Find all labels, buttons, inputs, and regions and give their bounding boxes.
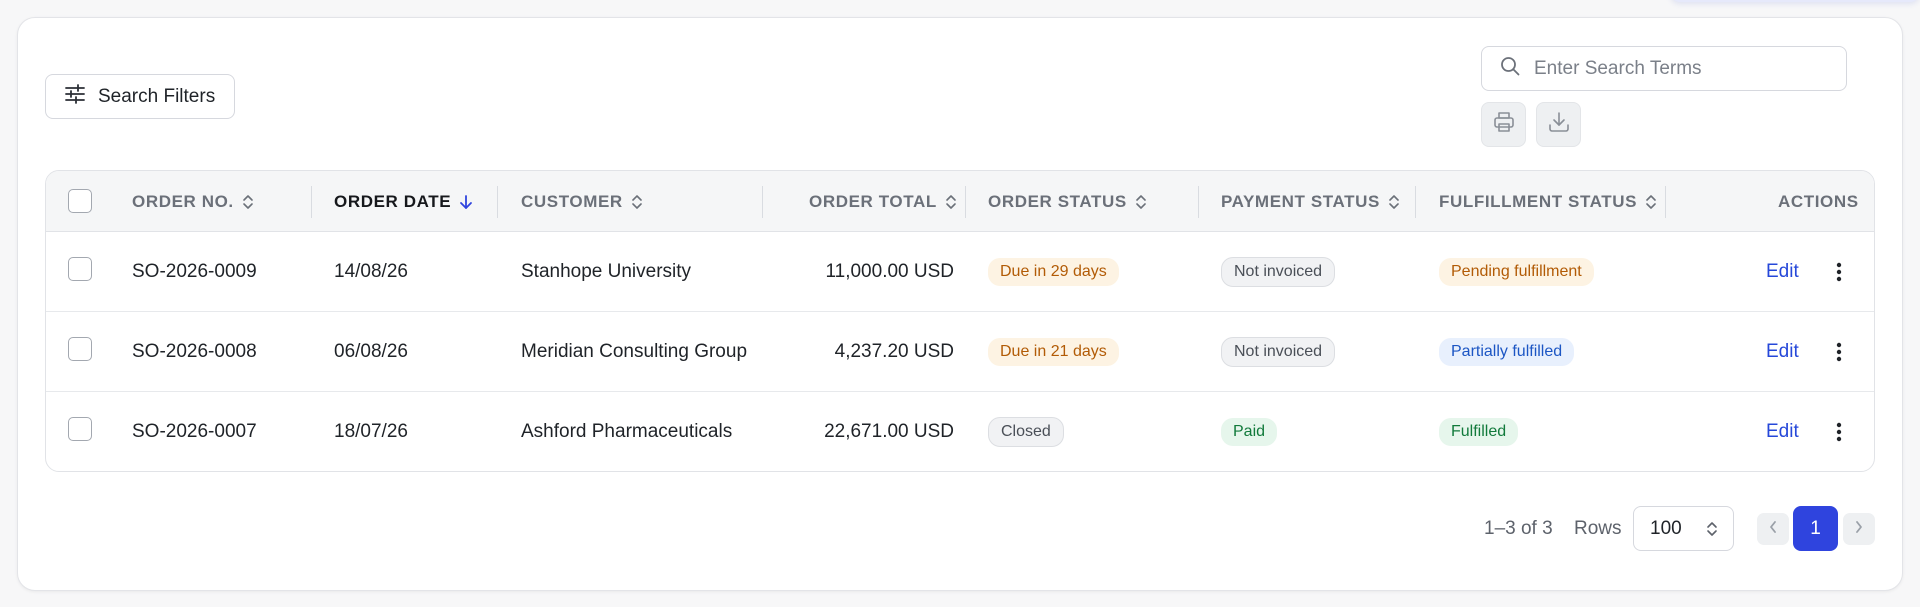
order-total-cell: 22,671.00 USD — [824, 421, 954, 442]
more-options-icon[interactable] — [1827, 252, 1851, 292]
customer-cell: Meridian Consulting Group — [521, 341, 748, 362]
fulfillment-status-badge: Partially fulfilled — [1439, 338, 1575, 366]
order-status-badge: Due in 21 days — [988, 338, 1119, 366]
fulfillment-status-badge: Pending fulfillment — [1439, 258, 1594, 286]
sort-icon — [1135, 194, 1147, 210]
row-actions-cell — [1827, 392, 1851, 471]
download-button[interactable] — [1536, 102, 1581, 147]
column-header-order-date[interactable]: ORDER DATE — [334, 171, 473, 232]
column-divider[interactable] — [1198, 186, 1199, 218]
order-total-cell: 4,237.20 USD — [834, 341, 954, 362]
search-filters-label: Search Filters — [98, 85, 216, 107]
more-options-icon[interactable] — [1827, 332, 1851, 372]
select-all-checkbox[interactable] — [68, 189, 92, 213]
row-actions-cell — [1827, 312, 1851, 392]
sliders-icon — [64, 83, 86, 110]
edit-link[interactable]: Edit — [1766, 261, 1799, 283]
search-icon — [1500, 56, 1520, 81]
sort-icon — [1388, 194, 1400, 210]
rows-label: Rows — [1574, 518, 1622, 539]
edit-link-cell: Edit — [1766, 232, 1799, 312]
rows-per-page-select[interactable]: 100 — [1633, 506, 1734, 551]
payment-status-badge: Not invoiced — [1221, 257, 1336, 287]
top-accent-decoration — [1670, 0, 1920, 2]
column-divider[interactable] — [1665, 186, 1666, 218]
payment-status-cell: Not invoiced — [1221, 312, 1336, 392]
sort-icon — [945, 194, 957, 210]
print-button[interactable] — [1481, 102, 1526, 147]
order-date-cell: 18/07/26 — [334, 421, 408, 442]
chevron-left-icon — [1768, 520, 1778, 539]
table-row: SO-2026-0008 06/08/26 Meridian Consultin… — [46, 312, 1874, 392]
column-divider[interactable] — [311, 186, 312, 218]
fulfillment-status-cell: Pending fulfillment — [1439, 232, 1594, 312]
row-actions-cell — [1827, 232, 1851, 312]
payment-status-cell: Not invoiced — [1221, 232, 1336, 312]
column-header-order-total[interactable]: ORDER TOTAL — [809, 171, 957, 232]
sort-icon — [242, 194, 254, 210]
order-no-cell[interactable]: SO-2026-0009 — [132, 232, 257, 312]
rows-per-page-value: 100 — [1650, 517, 1682, 539]
order-date-cell: 06/08/26 — [334, 341, 408, 362]
order-status-badge: Closed — [988, 417, 1064, 447]
column-divider[interactable] — [497, 186, 498, 218]
orders-table: ORDER NO. ORDER DATE CUSTOMER ORDER TOTA… — [45, 170, 1875, 472]
order-status-cell: Due in 21 days — [988, 312, 1119, 392]
table-header: ORDER NO. ORDER DATE CUSTOMER ORDER TOTA… — [46, 171, 1874, 232]
order-status-cell: Closed — [988, 392, 1064, 471]
fulfillment-status-cell: Partially fulfilled — [1439, 312, 1575, 392]
table-row: SO-2026-0007 18/07/26 Ashford Pharmaceut… — [46, 392, 1874, 471]
order-no-cell[interactable]: SO-2026-0008 — [132, 312, 257, 392]
edit-link[interactable]: Edit — [1766, 421, 1799, 443]
column-divider[interactable] — [965, 186, 966, 218]
chevron-right-icon — [1854, 520, 1864, 539]
fulfillment-status-cell: Fulfilled — [1439, 392, 1519, 471]
column-header-fulfillment-status[interactable]: FULFILLMENT STATUS — [1439, 171, 1657, 232]
search-input[interactable] — [1534, 57, 1834, 80]
table-row: SO-2026-0009 14/08/26 Stanhope Universit… — [46, 232, 1874, 312]
customer-cell: Stanhope University — [521, 261, 692, 282]
page-1-button[interactable]: 1 — [1793, 506, 1838, 551]
sort-icon — [1645, 194, 1657, 210]
search-filters-button[interactable]: Search Filters — [45, 74, 235, 119]
customer-cell: Ashford Pharmaceuticals — [521, 421, 733, 442]
row-checkbox[interactable] — [68, 417, 92, 441]
row-checkbox[interactable] — [68, 257, 92, 281]
order-no-cell[interactable]: SO-2026-0007 — [132, 392, 257, 471]
column-header-order-status[interactable]: ORDER STATUS — [988, 171, 1147, 232]
download-icon — [1548, 111, 1570, 138]
chevron-up-down-icon — [1705, 519, 1719, 545]
sort-descending-icon — [459, 194, 473, 210]
column-header-payment-status[interactable]: PAYMENT STATUS — [1221, 171, 1400, 232]
order-status-cell: Due in 29 days — [988, 232, 1119, 312]
next-page-button[interactable] — [1843, 513, 1875, 545]
sort-icon — [631, 194, 643, 210]
edit-link-cell: Edit — [1766, 312, 1799, 392]
previous-page-button[interactable] — [1757, 513, 1789, 545]
column-divider[interactable] — [1415, 186, 1416, 218]
search-box[interactable] — [1481, 46, 1847, 91]
column-header-order-no[interactable]: ORDER NO. — [132, 171, 254, 232]
payment-status-badge: Not invoiced — [1221, 337, 1336, 367]
edit-link[interactable]: Edit — [1766, 341, 1799, 363]
row-checkbox[interactable] — [68, 337, 92, 361]
order-date-cell: 14/08/26 — [334, 261, 408, 282]
printer-icon — [1493, 111, 1515, 138]
more-options-icon[interactable] — [1827, 412, 1851, 452]
order-status-badge: Due in 29 days — [988, 258, 1119, 286]
fulfillment-status-badge: Fulfilled — [1439, 418, 1519, 446]
order-total-cell: 11,000.00 USD — [825, 261, 954, 282]
pagination-range: 1–3 of 3 — [1484, 518, 1553, 539]
column-divider[interactable] — [762, 186, 763, 218]
column-header-actions: ACTIONS — [1778, 191, 1859, 211]
column-header-customer[interactable]: CUSTOMER — [521, 171, 643, 232]
edit-link-cell: Edit — [1766, 392, 1799, 471]
payment-status-badge: Paid — [1221, 418, 1278, 446]
payment-status-cell: Paid — [1221, 392, 1278, 471]
